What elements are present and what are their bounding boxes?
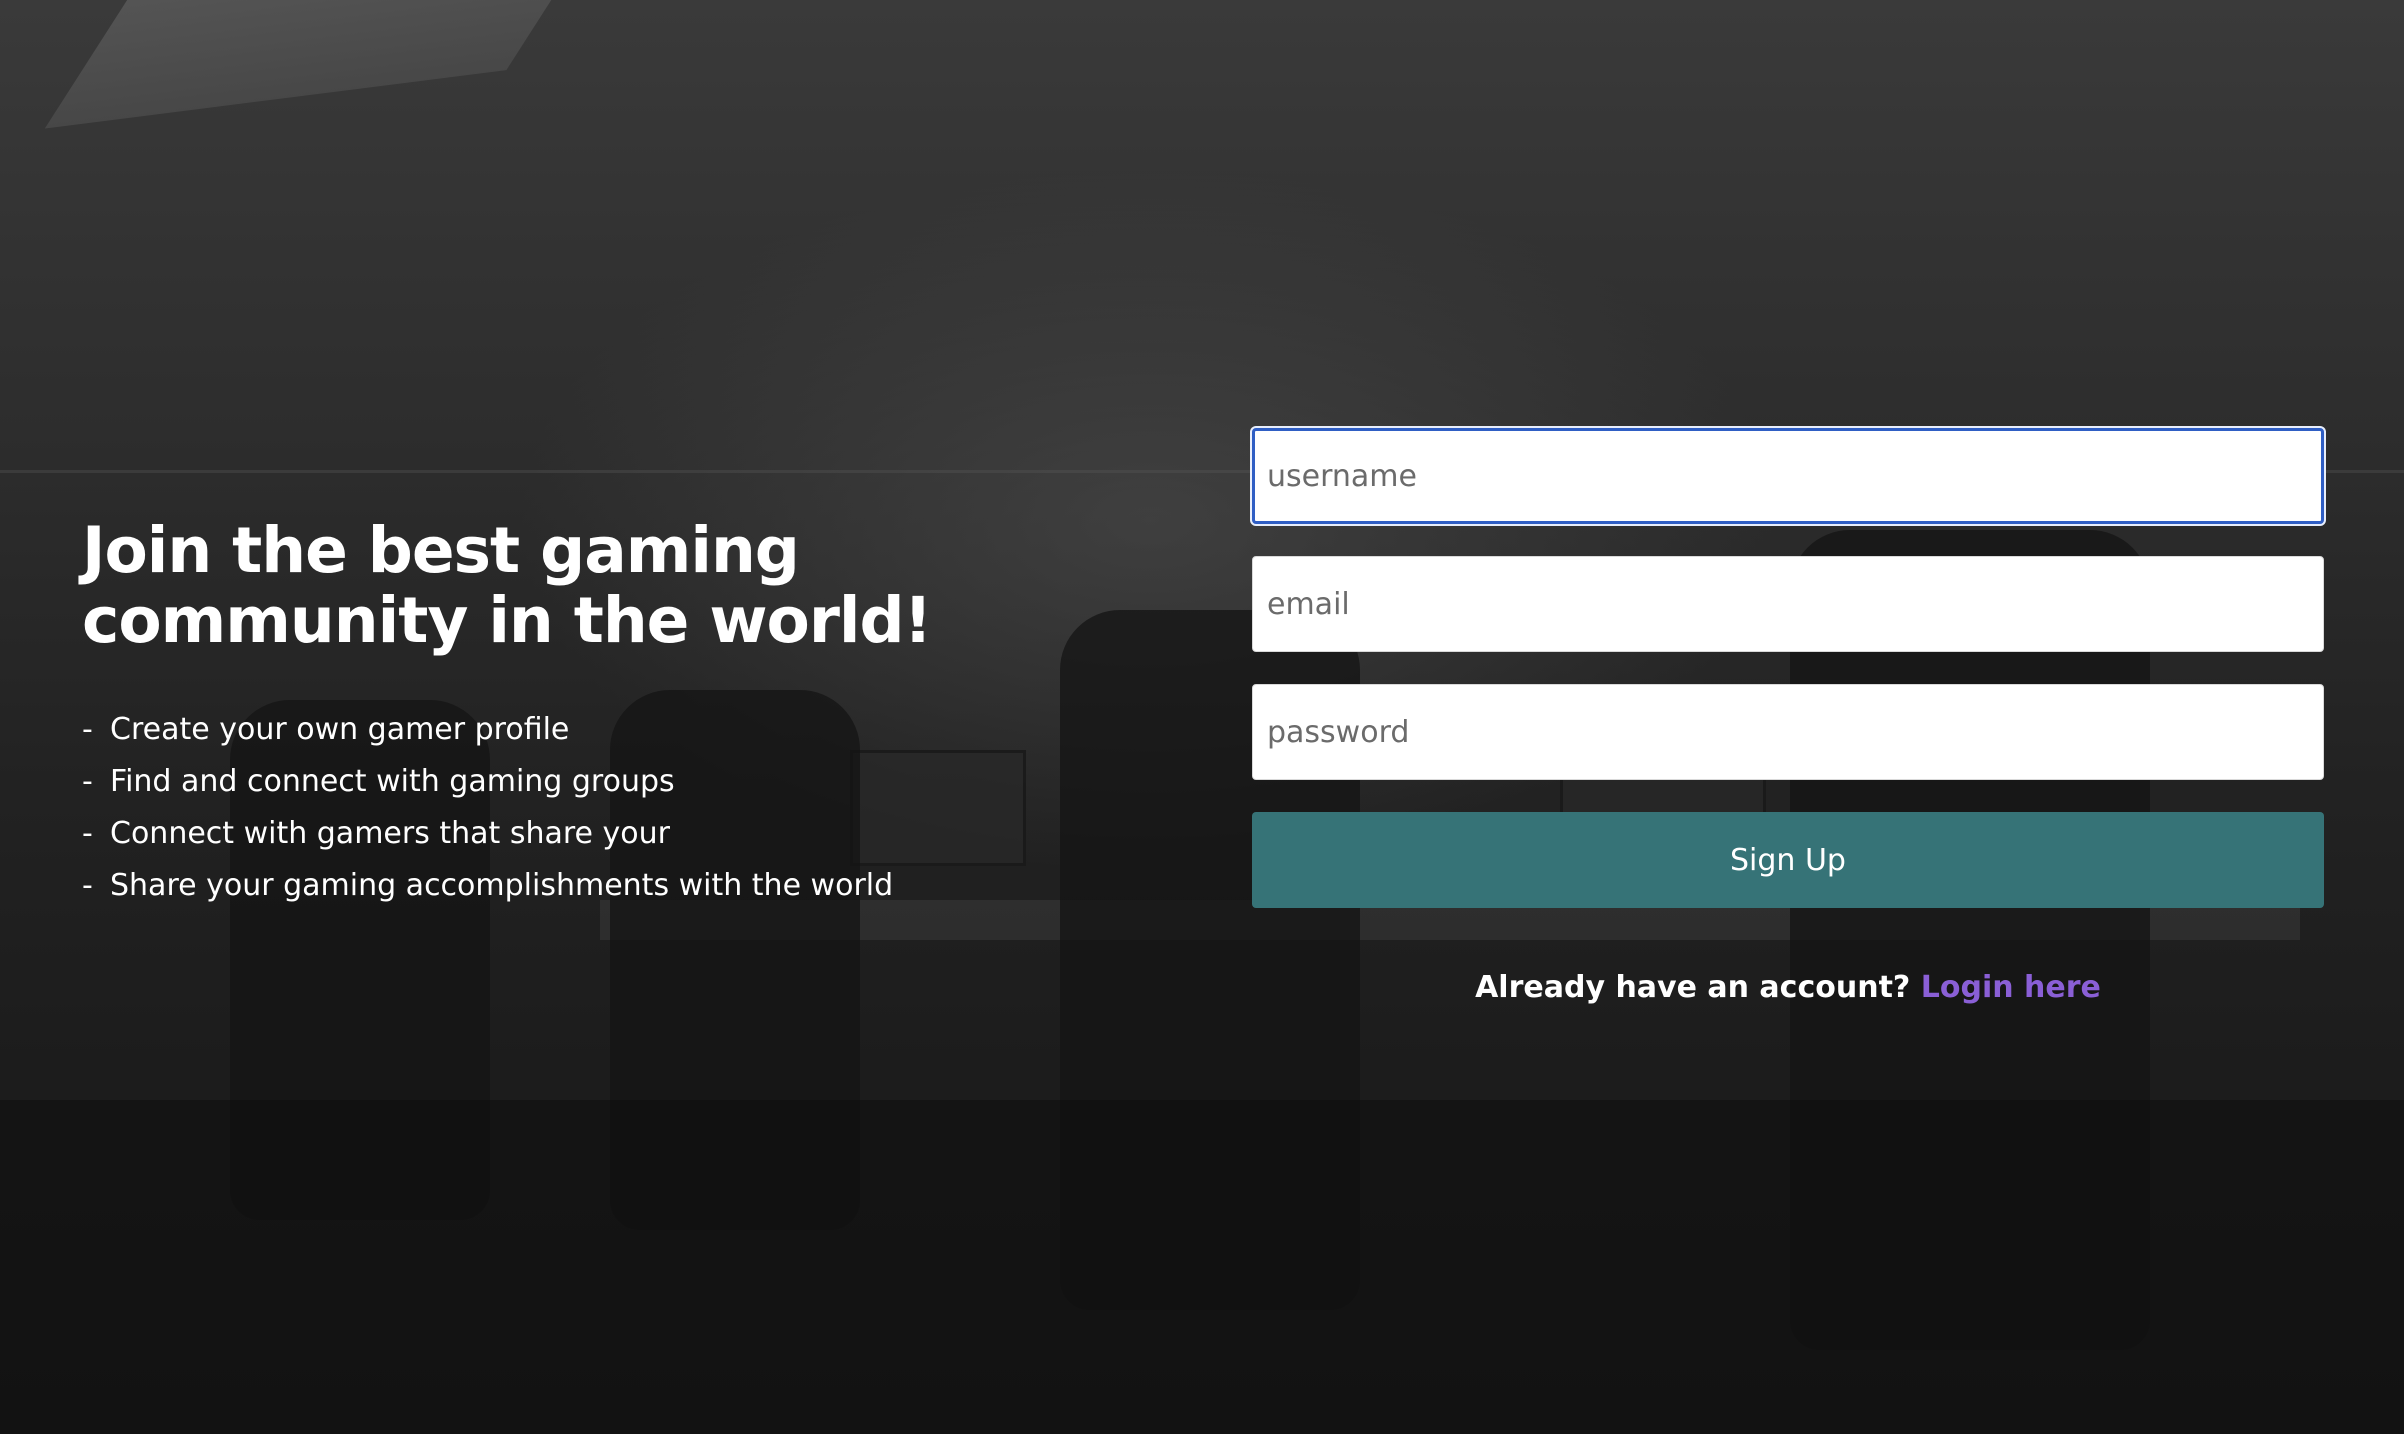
feature-text: Create your own gamer profile <box>110 712 570 747</box>
feature-item: - Connect with gamers that share your <box>82 808 1162 860</box>
sign-up-button[interactable]: Sign Up <box>1252 812 2324 908</box>
feature-text: Share your gaming accomplishments with t… <box>110 868 894 903</box>
feature-item: - Find and connect with gaming groups <box>82 756 1162 808</box>
feature-text: Connect with gamers that share your <box>110 816 670 851</box>
password-field[interactable] <box>1252 684 2324 780</box>
feature-text: Find and connect with gaming groups <box>110 764 675 799</box>
bullet-dash: - <box>82 868 93 903</box>
login-prompt-text: Already have an account? <box>1475 970 1911 1005</box>
feature-item: - Share your gaming accomplishments with … <box>82 860 1162 912</box>
email-field[interactable] <box>1252 556 2324 652</box>
feature-item: - Create your own gamer profile <box>82 704 1162 756</box>
username-field[interactable] <box>1252 428 2324 524</box>
bullet-dash: - <box>82 816 93 851</box>
feature-list: - Create your own gamer profile - Find and… <box>82 704 1162 912</box>
bullet-dash: - <box>82 764 93 799</box>
page-headline: Join the best gaming community in the wo… <box>82 514 932 657</box>
hero-section: Join the best gaming community in the wo… <box>82 516 1162 912</box>
signup-form: Sign Up Already have an account? Login h… <box>1252 428 2324 1005</box>
floor <box>0 1100 2404 1434</box>
ceiling-skylight <box>44 0 596 129</box>
bullet-dash: - <box>82 712 93 747</box>
login-prompt-line: Already have an account? Login here <box>1252 970 2324 1005</box>
login-link[interactable]: Login here <box>1921 970 2101 1005</box>
